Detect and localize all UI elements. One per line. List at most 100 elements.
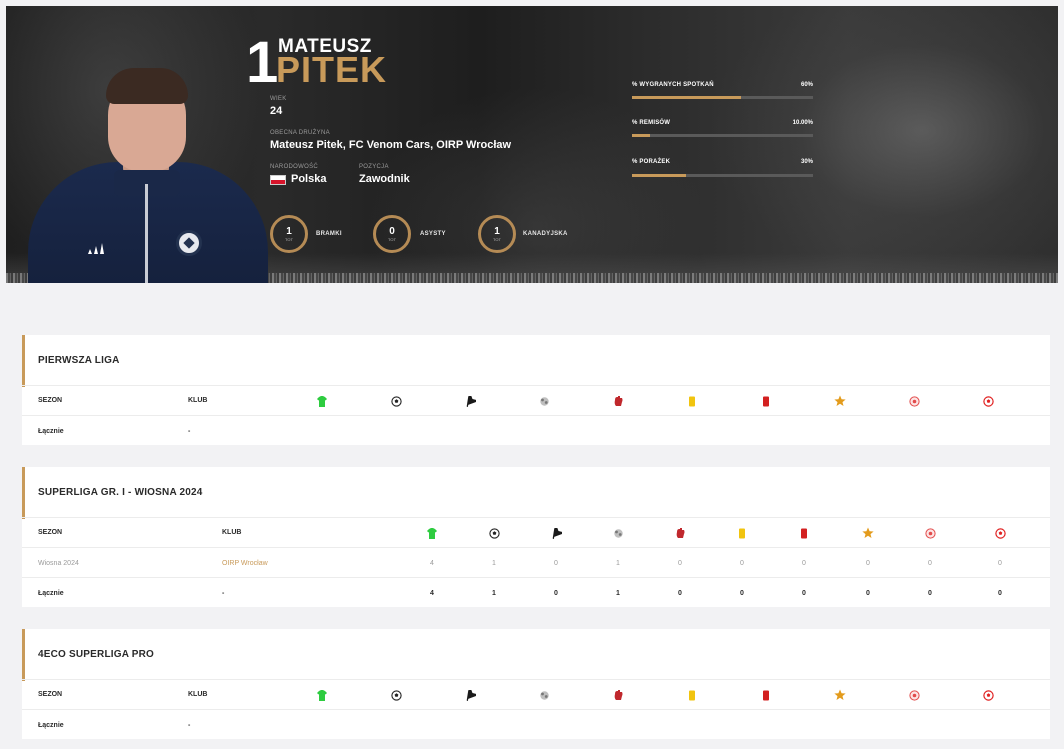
shirt-icon	[426, 527, 438, 539]
club-header: KLUB	[188, 397, 208, 404]
player-hero: 1 MATEUSZ PITEK WIEK 24 OBECNA DRUŻYNA M…	[6, 6, 1058, 283]
win-rate-value: 60%	[800, 82, 813, 88]
total-club: -	[222, 590, 225, 597]
table-row: Łącznie -	[22, 415, 1050, 445]
stat-cell: 1	[616, 560, 620, 567]
stat-cell: 0	[554, 560, 558, 567]
draw-rate-label: % REMISÓW	[632, 120, 671, 126]
penalty-icon	[982, 689, 994, 701]
stat-goals-ring: 1 TOT	[270, 215, 308, 253]
own-goal-icon	[924, 527, 936, 539]
section-title: SUPERLIGA GR. I - WIOSNA 2024	[38, 487, 203, 498]
stat-cell: 0	[866, 590, 870, 597]
team-value: Mateusz Pitek, FC Venom Cars, OIRP Wrocł…	[270, 139, 512, 151]
season-header: SEZON	[38, 529, 63, 536]
position-label: POZYCJA	[359, 164, 389, 170]
section-card: PIERWSZA LIGA SEZON KLUB Łącznie -	[22, 335, 1050, 445]
season-header: SEZON	[38, 691, 63, 698]
stat-cell: 4	[430, 590, 434, 597]
stat-cell: 0	[802, 590, 806, 597]
yellow-card-icon	[736, 527, 748, 539]
table-row: Łącznie - 4 1 0 1 0 0 0 0 0 0	[22, 577, 1050, 607]
stat-cell: 0	[998, 560, 1002, 567]
stat-cell: 0	[802, 560, 806, 567]
ball-icon	[390, 689, 402, 701]
total-season: Łącznie	[38, 722, 64, 729]
star-icon	[862, 527, 874, 539]
yellow-card-icon	[686, 395, 698, 407]
red-card-icon	[798, 527, 810, 539]
stat-canadian-ring: 1 TOT	[478, 215, 516, 253]
section-title: PIERWSZA LIGA	[38, 355, 120, 366]
club-header: KLUB	[188, 691, 208, 698]
table-header-row: SEZON KLUB	[22, 385, 1050, 415]
table-header-row: SEZON KLUB	[22, 679, 1050, 709]
win-rate-label: % WYGRANYCH SPOTKAŃ	[632, 82, 714, 88]
age-label: WIEK	[270, 96, 287, 102]
section-title: 4ECO SUPERLIGA PRO	[38, 649, 155, 660]
stat-cell: 1	[616, 590, 620, 597]
total-club: -	[188, 722, 191, 729]
stat-cell: 4	[430, 560, 434, 567]
glove-icon	[612, 689, 624, 701]
glove-icon	[612, 395, 624, 407]
ball-icon	[390, 395, 402, 407]
own-goal-icon	[908, 689, 920, 701]
boot-icon	[464, 395, 476, 407]
poland-flag-icon	[270, 175, 286, 185]
table-row: Wiosna 2024 OIRP Wrocław 4 1 0 1 0 0 0 0 0 0	[22, 547, 1050, 577]
boot-icon	[550, 527, 562, 539]
team-label: OBECNA DRUŻYNA	[270, 130, 330, 136]
age-value: 24	[270, 105, 283, 117]
stat-cell: 1	[492, 590, 496, 597]
nationality-value: Polska	[291, 173, 327, 185]
table-row: Łącznie -	[22, 709, 1050, 739]
star-icon	[834, 395, 846, 407]
glove-icon	[674, 527, 686, 539]
total-season: Łącznie	[38, 590, 64, 597]
stat-cell: 0	[866, 560, 870, 567]
section-card: SUPERLIGA GR. I - WIOSNA 2024 SEZON KLUB…	[22, 467, 1050, 607]
stat-cell: 0	[678, 590, 682, 597]
draw-rate-bar	[632, 134, 813, 137]
wall-icon	[538, 395, 550, 407]
stat-assists-label: ASYSTY	[420, 231, 446, 237]
stat-cell: 0	[740, 560, 744, 567]
ball-icon	[488, 527, 500, 539]
total-season: Łącznie	[38, 428, 64, 435]
loss-rate-value: 30%	[800, 159, 813, 165]
wall-icon	[612, 527, 624, 539]
position-value: Zawodnik	[359, 173, 410, 185]
draw-rate-value: 10.00%	[792, 120, 813, 126]
table-header-row: SEZON KLUB	[22, 517, 1050, 547]
player-last-name: PITEK	[276, 49, 388, 90]
stat-cell: 0	[998, 590, 1002, 597]
club-crest-icon	[176, 230, 202, 256]
total-club: -	[188, 428, 191, 435]
player-number: 1	[246, 30, 278, 95]
own-goal-icon	[908, 395, 920, 407]
win-rate-bar	[632, 96, 813, 99]
stat-cell: 0	[554, 590, 558, 597]
star-icon	[834, 689, 846, 701]
shirt-icon	[316, 395, 328, 407]
loss-rate-label: % PORAŻEK	[632, 159, 671, 165]
loss-rate-bar	[632, 174, 813, 177]
row-club-link[interactable]: OIRP Wrocław	[222, 560, 268, 567]
stat-assists-ring: 0 TOT	[373, 215, 411, 253]
section-card: 4ECO SUPERLIGA PRO SEZON KLUB Łącznie -	[22, 629, 1050, 739]
stat-canadian-label: KANADYJSKA	[523, 231, 568, 237]
stat-cell: 0	[740, 590, 744, 597]
red-card-icon	[760, 395, 772, 407]
red-card-icon	[760, 689, 772, 701]
nationality-label: NARODOWOŚĆ	[270, 164, 318, 170]
season-header: SEZON	[38, 397, 63, 404]
stat-cell: 0	[928, 560, 932, 567]
stat-goals-label: BRAMKI	[316, 231, 342, 237]
stat-cell: 1	[492, 560, 496, 567]
stat-cell: 0	[678, 560, 682, 567]
club-header: KLUB	[222, 529, 242, 536]
boot-icon	[464, 689, 476, 701]
penalty-icon	[982, 395, 994, 407]
shirt-icon	[316, 689, 328, 701]
